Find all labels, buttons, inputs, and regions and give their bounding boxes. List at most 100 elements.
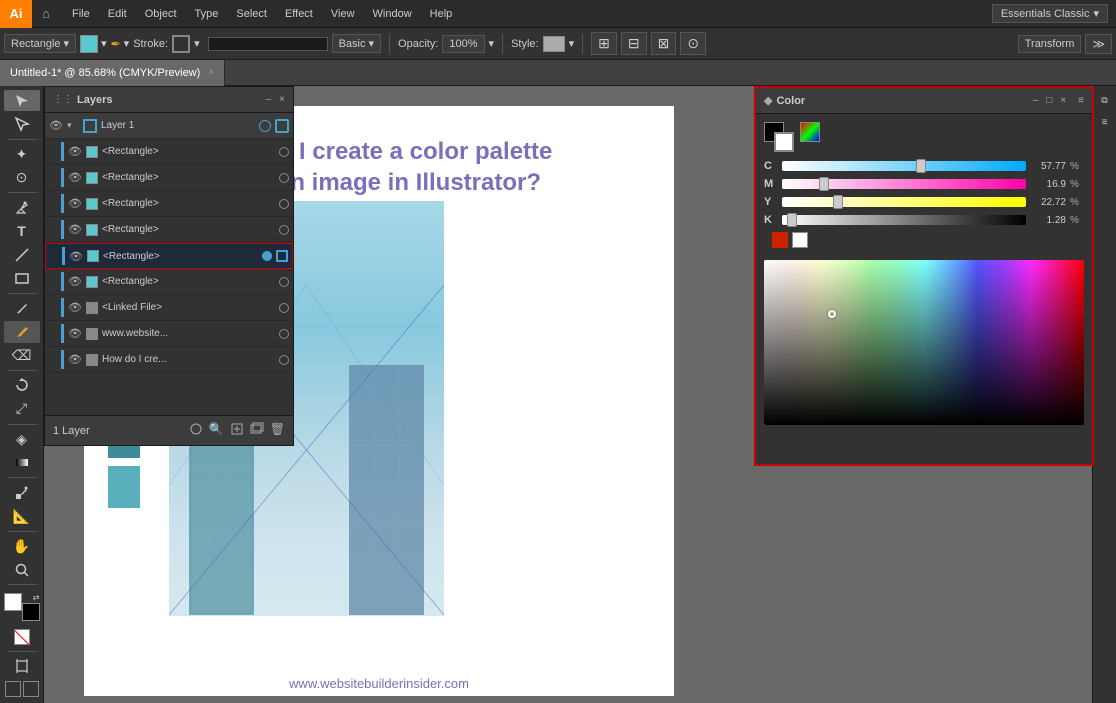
menu-help[interactable]: Help <box>422 4 461 24</box>
layer-eye-icon[interactable]: 👁 <box>68 145 82 158</box>
tab-close-btn[interactable]: × <box>208 67 214 78</box>
swap-colors-icon[interactable]: ⇄ <box>33 593 40 602</box>
m-slider-thumb[interactable] <box>819 177 829 191</box>
target-icon[interactable] <box>279 329 289 339</box>
zoom-tool[interactable] <box>4 559 40 580</box>
layer-eye-icon[interactable]: 👁 <box>68 223 82 236</box>
paintbrush-tool[interactable] <box>4 298 40 319</box>
color-panel-menu[interactable]: ≡ <box>1078 95 1084 106</box>
opacity-input[interactable]: 100% <box>442 35 484 53</box>
line-tool[interactable] <box>4 244 40 265</box>
menu-object[interactable]: Object <box>137 4 185 24</box>
target-icon[interactable] <box>279 173 289 183</box>
menu-edit[interactable]: Edit <box>100 4 135 24</box>
menu-window[interactable]: Window <box>365 4 420 24</box>
target-icon[interactable] <box>279 277 289 287</box>
layers-scroll-area[interactable]: 👁 ▾ Layer 1 👁 <Rectangle> <box>45 113 293 408</box>
lasso-tool[interactable]: ⊙ <box>4 167 40 188</box>
locate-object-btn[interactable]: 🔍 <box>209 422 224 439</box>
transform-btn[interactable]: Transform <box>1018 35 1082 53</box>
y-slider-track[interactable] <box>782 197 1026 207</box>
target-icon[interactable] <box>279 199 289 209</box>
gamut-out-of-gamut[interactable] <box>772 232 788 248</box>
menu-file[interactable]: File <box>64 4 98 24</box>
layer-text-title[interactable]: 👁 How do I cre... <box>45 347 293 373</box>
scale-tool[interactable]: ⤢ <box>4 398 40 419</box>
layer-expand-icon[interactable]: ▾ <box>67 120 79 131</box>
fill-style-dropdown[interactable]: Basic ▾ <box>332 34 381 53</box>
menu-select[interactable]: Select <box>228 4 275 24</box>
layer-eye-icon[interactable]: 👁 <box>68 301 82 314</box>
layer-eye-icon[interactable]: 👁 <box>68 197 82 210</box>
layer-linked-file[interactable]: 👁 <Linked File> <box>45 295 293 321</box>
rectangle-tool[interactable] <box>4 267 40 288</box>
layer-eye-icon[interactable]: 👁 <box>49 119 63 132</box>
target-icon[interactable] <box>279 147 289 157</box>
direct-selection-tool[interactable] <box>4 113 40 134</box>
layer-eye-icon[interactable]: 👁 <box>68 275 82 288</box>
menu-type[interactable]: Type <box>187 4 227 24</box>
create-new-sublayer-btn[interactable] <box>230 422 244 439</box>
align-btn[interactable]: ⊞ <box>591 32 617 55</box>
normal-mode-btn[interactable] <box>5 681 21 697</box>
color-panel-close[interactable]: × <box>1060 95 1066 106</box>
layer-eye-icon[interactable]: 👁 <box>68 353 82 366</box>
fill-stroke-stack[interactable] <box>764 122 794 152</box>
menu-effect[interactable]: Effect <box>277 4 321 24</box>
rotate-tool[interactable] <box>4 375 40 396</box>
layer-rect-3[interactable]: 👁 <Rectangle> <box>45 191 293 217</box>
shape-selector[interactable]: Rectangle ▾ <box>4 34 76 53</box>
pen-tool[interactable] <box>4 197 40 218</box>
layers-close-btn[interactable]: × <box>279 94 285 105</box>
document-tab[interactable]: Untitled-1* @ 85.68% (CMYK/Preview) × <box>0 60 225 86</box>
type-tool[interactable]: T <box>4 221 40 242</box>
k-slider-track[interactable] <box>782 215 1026 225</box>
behind-mode-btn[interactable] <box>23 681 39 697</box>
eraser-tool[interactable]: ⌫ <box>4 345 40 366</box>
more-btn[interactable]: ⊙ <box>680 32 706 55</box>
create-new-layer-btn[interactable] <box>250 422 264 439</box>
menu-view[interactable]: View <box>323 4 363 24</box>
fill-color[interactable]: ▾ <box>80 35 107 53</box>
layer-target-circle[interactable] <box>259 120 271 132</box>
layer-rect-2[interactable]: 👁 <Rectangle> <box>45 165 293 191</box>
delete-layer-btn[interactable]: 🗑 <box>270 422 285 439</box>
color-spectrum[interactable] <box>764 260 1084 425</box>
artboard-tool[interactable] <box>4 655 40 676</box>
layer-rect-4[interactable]: 👁 <Rectangle> <box>45 217 293 243</box>
layer-group-item[interactable]: 👁 ▾ Layer 1 <box>45 113 293 139</box>
background-color-swatch[interactable] <box>22 603 40 621</box>
shape-dropdown[interactable]: Rectangle ▾ <box>4 34 76 53</box>
target-icon[interactable] <box>279 225 289 235</box>
measure-tool[interactable]: 📐 <box>4 505 40 526</box>
properties-btn[interactable]: ⧉ <box>1095 90 1115 110</box>
c-slider-track[interactable] <box>782 161 1026 171</box>
color-panel-expand[interactable]: □ <box>1046 95 1052 106</box>
m-slider-track[interactable] <box>782 179 1026 189</box>
color-swatches-area[interactable]: ⇄ <box>4 593 40 621</box>
arrange-btn[interactable]: ⊠ <box>651 32 677 55</box>
layer-text-website[interactable]: 👁 www.website... <box>45 321 293 347</box>
y-slider-thumb[interactable] <box>833 195 843 209</box>
foreground-color-swatch[interactable] <box>4 593 22 611</box>
layer-rect-5-selected[interactable]: 👁 <Rectangle> <box>45 243 293 269</box>
c-slider-thumb[interactable] <box>916 159 926 173</box>
target-icon[interactable] <box>279 355 289 365</box>
home-icon[interactable]: ⌂ <box>32 0 60 28</box>
selection-tool[interactable] <box>4 90 40 111</box>
layers-minimize-btn[interactable]: – <box>266 94 272 105</box>
stroke-swatch[interactable] <box>172 35 190 53</box>
hand-tool[interactable]: ✋ <box>4 536 40 557</box>
make-clipping-mask-btn[interactable] <box>189 422 203 439</box>
none-fill[interactable] <box>14 629 30 645</box>
target-icon-selected[interactable] <box>262 251 272 261</box>
shape-builder-tool[interactable]: ◈ <box>4 428 40 449</box>
align-btn2[interactable]: ⊟ <box>621 32 647 55</box>
color-panel-minimize[interactable]: – <box>1033 95 1039 106</box>
eyedropper-tool[interactable] <box>4 482 40 503</box>
gradient-tool[interactable] <box>4 452 40 473</box>
more-options-btn[interactable]: ≫ <box>1085 34 1112 54</box>
target-icon[interactable] <box>279 303 289 313</box>
layers-btn[interactable]: ≡ <box>1095 112 1115 132</box>
magic-wand-tool[interactable]: ✦ <box>4 144 40 165</box>
